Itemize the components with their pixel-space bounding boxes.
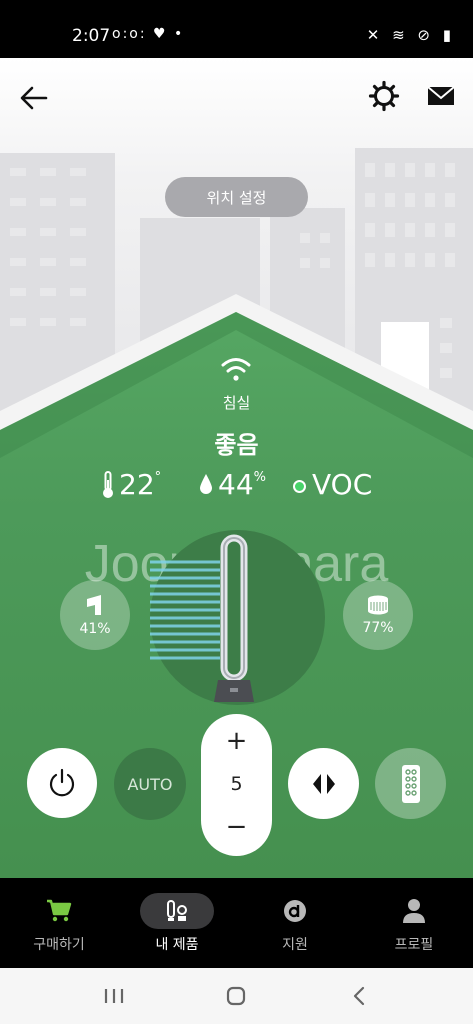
temperature-unit: ° — [154, 470, 162, 485]
remote-control-button[interactable] — [375, 748, 446, 819]
air-purifier-fan-icon — [150, 534, 254, 702]
voc-status-dot — [293, 480, 306, 493]
voc-metric: VOC — [293, 468, 372, 501]
nav-label-shop: 구매하기 — [33, 937, 85, 953]
speed-plus-button[interactable]: + — [226, 728, 248, 754]
filter-left-button[interactable]: 41% — [60, 580, 130, 650]
nav-label-support: 지원 — [282, 937, 308, 953]
carbon-filter-icon — [368, 595, 388, 615]
speed-value: 5 — [230, 773, 243, 795]
filter-icon — [87, 595, 101, 615]
cart-icon — [47, 899, 72, 922]
nav-item-my-products[interactable]: 내 제품 — [118, 878, 236, 968]
power-icon — [49, 768, 75, 797]
speed-minus-button[interactable]: − — [226, 814, 248, 840]
filter-right-value: 77% — [362, 620, 394, 636]
wifi-icon — [221, 358, 251, 381]
my-products-icon — [167, 900, 187, 921]
temperature-metric: 22 ° — [101, 468, 161, 501]
device-screen: 위치 설정 침실 좋음 22 ° 44% VOC 41% 77% AUTO + … — [0, 58, 473, 878]
temperature-value: 22 — [119, 468, 155, 501]
profile-icon — [403, 899, 425, 923]
home-icon[interactable] — [216, 982, 256, 1010]
nav-item-profile[interactable]: 프로필 — [355, 878, 473, 968]
humidity-value: 44 — [218, 468, 254, 501]
thermometer-icon — [103, 471, 113, 498]
humidity-metric: 44% — [198, 468, 266, 501]
room-name: 침실 — [222, 394, 251, 412]
filter-left-value: 41% — [79, 621, 111, 637]
remote-icon — [401, 764, 420, 803]
bottom-navigation: 구매하기 내 제품 지원 프로필 — [0, 878, 473, 968]
filter-right-button[interactable]: 77% — [343, 580, 413, 650]
voc-label: VOC — [312, 468, 373, 501]
air-quality-status: 좋음 — [214, 431, 259, 459]
nav-item-shop[interactable]: 구매하기 — [0, 878, 118, 968]
nav-label-profile: 프로필 — [394, 937, 434, 953]
recent-apps-icon[interactable] — [94, 982, 134, 1010]
water-drop-icon — [200, 474, 212, 494]
humidity-unit: % — [253, 470, 266, 485]
nav-active-pill — [140, 893, 214, 929]
nav-label-my-products: 내 제품 — [155, 937, 199, 953]
oscillation-button[interactable] — [288, 748, 359, 819]
system-status-icons: ✕ ≋ ⊘ ▮ — [366, 26, 455, 44]
power-button[interactable] — [27, 748, 97, 818]
system-navigation-bar — [0, 968, 473, 1024]
auto-mode-button[interactable]: AUTO — [114, 748, 186, 820]
system-back-icon[interactable] — [339, 982, 379, 1010]
oscillation-icon — [312, 773, 335, 794]
nav-item-support[interactable]: 지원 — [236, 878, 354, 968]
support-icon — [284, 900, 306, 922]
status-bar: 2:07 ᴏ:ᴏ: ♥ • ✕ ≋ ⊘ ▮ — [0, 0, 473, 58]
fan-speed-control: + 5 − — [201, 714, 272, 856]
status-time: 2:07 — [72, 26, 111, 46]
notification-icons: ᴏ:ᴏ: ♥ • — [112, 26, 185, 42]
